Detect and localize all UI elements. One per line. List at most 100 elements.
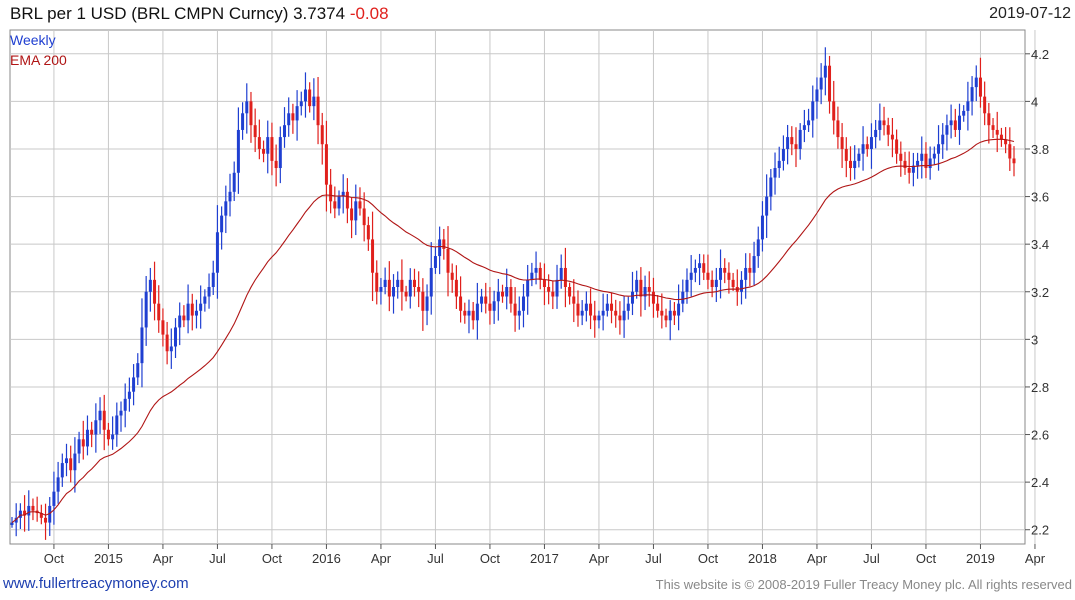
candle-body — [962, 110, 966, 116]
candle-body — [547, 287, 551, 292]
candle-body — [672, 310, 676, 316]
candle-body — [584, 303, 588, 311]
candle-body — [576, 303, 580, 316]
x-tick-label: Jul — [645, 551, 662, 566]
candle-body — [664, 315, 668, 321]
candle-body — [991, 125, 995, 130]
y-tick-label: 4.2 — [1031, 47, 1049, 62]
candle-body — [257, 137, 261, 149]
candle-body — [698, 263, 702, 268]
candle-body — [760, 215, 764, 240]
candle-body — [253, 125, 257, 138]
candle-body — [106, 429, 110, 440]
candle-body — [165, 334, 169, 352]
candle-body — [178, 315, 182, 328]
candle-body — [228, 191, 232, 202]
y-tick-label: 3.4 — [1031, 237, 1049, 252]
candle-body — [928, 158, 932, 169]
candle-body — [115, 415, 119, 435]
candle-body — [534, 267, 538, 273]
candle-body — [597, 315, 601, 321]
candle-body — [350, 208, 354, 221]
candle-body — [811, 101, 815, 121]
candle-body — [509, 287, 513, 304]
candle-body — [249, 101, 253, 126]
candle-body — [224, 201, 228, 216]
candle-body — [236, 129, 240, 173]
candle-body — [316, 96, 320, 126]
candle-body — [685, 279, 689, 292]
candle-body — [1008, 144, 1012, 159]
candle-body — [366, 225, 370, 240]
candle-body — [421, 291, 425, 311]
candle-body — [702, 263, 706, 273]
candle-body — [245, 101, 249, 114]
candle-body — [387, 279, 391, 297]
candle-body — [1012, 158, 1016, 164]
candle-body — [890, 134, 894, 140]
x-tick-label: 2018 — [748, 551, 777, 566]
candle-body — [337, 196, 341, 209]
candle-body — [220, 215, 224, 233]
candle-body — [773, 168, 777, 178]
candle-body — [630, 291, 634, 304]
candle-body — [970, 87, 974, 102]
candle-body — [123, 398, 127, 411]
candle-body — [719, 267, 723, 280]
candle-body — [140, 327, 144, 364]
candle-body — [299, 101, 303, 107]
candle-body — [517, 310, 521, 316]
candle-body — [823, 65, 827, 78]
candle-body — [52, 491, 56, 506]
y-tick-label: 4 — [1031, 94, 1038, 109]
candle-body — [614, 310, 618, 316]
candle-body — [278, 137, 282, 169]
candle-body — [714, 279, 718, 287]
price-chart: 2.2 2.4 2.6 2.8 3 3.2 3.4 3.6 3.8 4 4.2 Oct 2015 Apr J… — [9, 29, 1049, 566]
candle-body — [77, 439, 81, 454]
candle-body — [186, 303, 190, 321]
candle-body — [65, 458, 69, 464]
candle-body — [136, 363, 140, 378]
candle-body — [530, 272, 534, 280]
candle-body — [853, 160, 857, 169]
site-link[interactable]: www.fullertreacymoney.com — [3, 575, 189, 592]
candle-body — [194, 310, 198, 316]
candle-body — [819, 77, 823, 90]
candle-body — [501, 291, 505, 297]
candle-body — [844, 148, 848, 161]
candle-body — [802, 125, 806, 130]
candle-body — [433, 256, 437, 268]
candle-body — [190, 303, 194, 316]
candle-body — [957, 115, 961, 130]
candle-body — [828, 65, 832, 102]
candle-body — [886, 125, 890, 135]
legend-ema: EMA 200 — [10, 52, 67, 68]
candle-body — [161, 320, 165, 335]
candle-body — [379, 287, 383, 292]
candle-body — [786, 137, 790, 149]
candle-body — [668, 310, 672, 321]
candle-body — [974, 77, 978, 88]
legend-weekly: Weekly — [10, 32, 56, 48]
candle-body — [454, 279, 458, 297]
candle-body — [174, 327, 178, 347]
candle-body — [895, 139, 899, 154]
candle-body — [677, 303, 681, 316]
candle-body — [354, 201, 358, 221]
candle-body — [211, 272, 215, 287]
x-tick-label: Apr — [1025, 551, 1046, 566]
candle-body — [874, 129, 878, 138]
candle-body — [744, 267, 748, 280]
candle-body — [459, 296, 463, 311]
candle-body — [639, 279, 643, 297]
candle-body — [878, 120, 882, 130]
candle-body — [412, 279, 416, 287]
candle-body — [765, 196, 769, 216]
candle-body — [111, 434, 115, 440]
candle-body — [505, 287, 509, 297]
candle-body — [756, 239, 760, 257]
candle-body — [840, 137, 844, 149]
y-tick-label: 3.2 — [1031, 285, 1049, 300]
candle-body — [404, 291, 408, 297]
